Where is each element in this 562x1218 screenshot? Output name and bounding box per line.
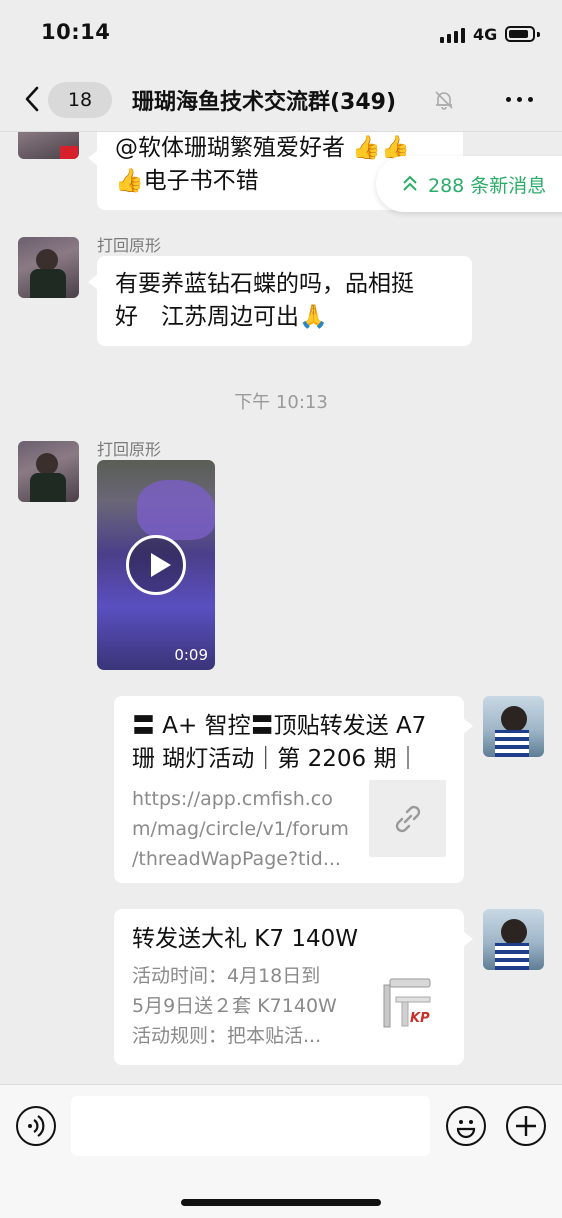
network-label: 4G bbox=[473, 25, 498, 44]
chat-header: 18 珊瑚海鱼技术交流群(349) bbox=[0, 66, 562, 132]
plus-icon bbox=[515, 1115, 536, 1136]
link-card[interactable]: 转发送大礼 K7 140W 活动时间：4月18日到 5月9日送２套 K7140W… bbox=[114, 909, 473, 1065]
status-time: 10:14 bbox=[41, 20, 111, 44]
message-bubble[interactable]: 有要养蓝钻石蝶的吗，品相挺 好 江苏周边可出🙏 bbox=[88, 256, 472, 346]
new-messages-label: 288 条新消息 bbox=[428, 175, 547, 197]
voice-icon bbox=[27, 1114, 44, 1137]
home-indicator[interactable] bbox=[181, 1199, 381, 1206]
page-title: 珊瑚海鱼技术交流群(349) bbox=[132, 90, 397, 115]
card-desc-line: https://app.cmfish.co bbox=[132, 788, 333, 810]
mute-bell-icon bbox=[435, 91, 453, 110]
chevron-left-icon bbox=[25, 86, 39, 112]
brand-logo: KP bbox=[410, 1011, 430, 1026]
lamp-image: KP bbox=[376, 971, 448, 1037]
back-button[interactable]: 18 bbox=[18, 80, 112, 118]
message-line: 好 江苏周边可出🙏 bbox=[115, 304, 328, 330]
link-icon bbox=[395, 805, 421, 833]
video-message[interactable]: 0:09 bbox=[97, 460, 215, 670]
sender-name: 打回原形 bbox=[97, 236, 162, 255]
flag-badge bbox=[60, 146, 78, 159]
timestamp: 下午 10:13 bbox=[234, 392, 328, 413]
status-bar: 10:14 4G bbox=[0, 0, 562, 66]
voice-button[interactable] bbox=[16, 1106, 56, 1146]
emoji-button[interactable] bbox=[446, 1106, 486, 1146]
message-list[interactable]: @软体珊瑚繁殖爱好者 👍👍 👍电子书不错 打回原形 有要养蓝钻石蝶的吗，品相挺 … bbox=[0, 132, 562, 1084]
double-chevron-up-icon bbox=[403, 175, 417, 191]
avatar[interactable] bbox=[18, 132, 79, 159]
link-card[interactable]: 〓 A+ 智控〓顶贴转发送 A7 珊 瑚灯活动｜第 2206 期｜ https:… bbox=[114, 696, 473, 883]
battery-icon bbox=[505, 26, 540, 42]
my-avatar[interactable] bbox=[483, 909, 544, 970]
emoji-icon bbox=[456, 1119, 475, 1138]
link-thumbnail bbox=[369, 780, 446, 857]
avatar[interactable] bbox=[18, 237, 79, 298]
unread-badge: 18 bbox=[48, 82, 112, 118]
video-duration: 0:09 bbox=[174, 646, 208, 664]
avatar[interactable] bbox=[18, 441, 79, 502]
battery-level bbox=[509, 30, 528, 38]
card-desc-line: m/mag/circle/v1/forum bbox=[132, 818, 349, 840]
card-desc-line: 活动规则：把本贴活... bbox=[132, 1025, 322, 1047]
more-options-button[interactable] bbox=[504, 88, 536, 112]
card-title-line: 珊 瑚灯活动｜第 2206 期｜ bbox=[132, 746, 420, 772]
input-bar bbox=[0, 1084, 562, 1218]
my-avatar[interactable] bbox=[483, 696, 544, 757]
play-icon[interactable] bbox=[126, 535, 186, 595]
card-desc-line: /threadWapPage?tid... bbox=[132, 848, 341, 870]
sender-name: 打回原形 bbox=[97, 440, 162, 459]
card-title-line: 〓 A+ 智控〓顶贴转发送 A7 bbox=[132, 713, 427, 739]
message-line: 有要养蓝钻石蝶的吗，品相挺 bbox=[115, 271, 414, 297]
card-title-line: 转发送大礼 K7 140W bbox=[132, 926, 358, 952]
card-desc-line: 5月9日送２套 K7140W bbox=[132, 995, 337, 1017]
message-input[interactable] bbox=[71, 1096, 430, 1156]
plus-button[interactable] bbox=[506, 1106, 546, 1146]
signal-icon bbox=[440, 27, 466, 43]
new-messages-button[interactable]: 288 条新消息 bbox=[376, 156, 562, 212]
card-desc-line: 活动时间：4月18日到 bbox=[132, 965, 321, 987]
